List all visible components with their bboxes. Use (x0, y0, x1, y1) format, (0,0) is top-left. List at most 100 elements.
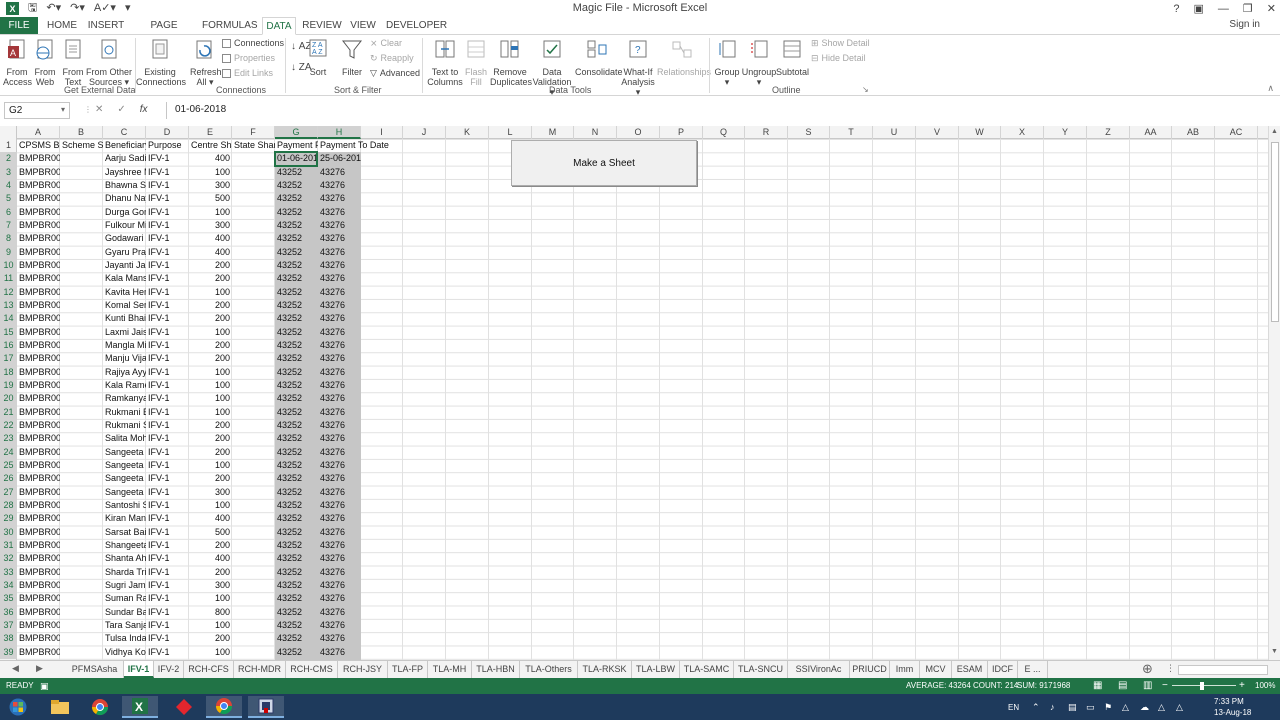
cell-h[interactable]: 43276 (318, 566, 361, 579)
cell-e[interactable]: 100 (189, 206, 232, 219)
cell-d[interactable]: IFV-1 (146, 526, 189, 539)
cell-d[interactable]: IFV-1 (146, 566, 189, 579)
cell-e[interactable]: 200 (189, 446, 232, 459)
cell-c[interactable]: Suman Rai (103, 592, 146, 605)
tray-battery-icon[interactable]: ▭ (1086, 702, 1095, 713)
cell-d[interactable]: IFV-1 (146, 512, 189, 525)
scroll-up-icon[interactable]: ▲ (1271, 128, 1278, 135)
cell-c[interactable]: Salita Mohan (103, 432, 146, 445)
cell-e[interactable]: 100 (189, 326, 232, 339)
cell-h[interactable]: 43276 (318, 379, 361, 392)
cell-h[interactable]: 43276 (318, 286, 361, 299)
cell-d[interactable]: IFV-1 (146, 272, 189, 285)
sheet-tab[interactable]: IFV-1 (124, 661, 154, 678)
cell-a[interactable]: BMPBR00224771 (17, 352, 60, 365)
cell-g[interactable]: 43252 (275, 339, 318, 352)
cell-a[interactable]: BMPBR00224756 (17, 192, 60, 205)
cell-g[interactable]: 43252 (275, 592, 318, 605)
cell-c[interactable]: Vidhya Kori (103, 646, 146, 659)
column-header-u[interactable]: U (873, 126, 916, 139)
chrome-window-button[interactable] (206, 696, 242, 718)
cell-d[interactable]: IFV-1 (146, 206, 189, 219)
subtotal-button[interactable]: Subtotal (776, 38, 809, 77)
row-header[interactable]: 15 (0, 325, 17, 339)
cell-g[interactable]: 43252 (275, 472, 318, 485)
cell-a[interactable]: BMPBR00224650 (17, 152, 60, 165)
spelling-icon[interactable]: A✓▾ (94, 0, 116, 17)
column-header-r[interactable]: R (745, 126, 788, 139)
chrome-button[interactable] (82, 696, 118, 718)
cell-a[interactable]: BMPBR00224662 (17, 272, 60, 285)
ribbon-display-icon[interactable]: ▣ (1194, 2, 1204, 15)
cell-h[interactable]: 43276 (318, 419, 361, 432)
properties-button[interactable]: Properties (222, 53, 275, 64)
cell-a[interactable]: BMPBR00224794 (17, 606, 60, 619)
sheet-tab[interactable]: TLA-SNCU (734, 661, 788, 678)
cell-g[interactable]: 43252 (275, 539, 318, 552)
row-header[interactable]: 6 (0, 205, 17, 219)
clear-filter-button[interactable]: ⨯ Clear (370, 38, 402, 49)
cell-e[interactable]: 200 (189, 339, 232, 352)
cell-a[interactable]: BMPBR00224767 (17, 312, 60, 325)
sheet-tab[interactable]: IDCF (988, 661, 1018, 678)
row-header[interactable]: 34 (0, 578, 17, 593)
cell-d[interactable]: IFV-1 (146, 486, 189, 499)
cell-e[interactable]: 100 (189, 366, 232, 379)
cell-h[interactable]: 43276 (318, 392, 361, 405)
column-header-t[interactable]: T (830, 126, 873, 139)
row-header[interactable]: 3 (0, 165, 17, 179)
cell-d[interactable]: IFV-1 (146, 192, 189, 205)
cell-c[interactable]: Tulsa Indar (103, 632, 146, 645)
cell-a[interactable]: BMPBR00224760 (17, 232, 60, 245)
row-header[interactable]: 5 (0, 192, 17, 206)
row-header[interactable]: 31 (0, 538, 17, 553)
cell-e[interactable]: 100 (189, 379, 232, 392)
cell-e[interactable]: 200 (189, 419, 232, 432)
sheet-tab[interactable]: SSIVironAc (788, 661, 850, 678)
cell-a[interactable]: BMPBR00224785 (17, 526, 60, 539)
zoom-in-icon[interactable]: + (1239, 678, 1245, 694)
tray-action-icon[interactable]: △ (1176, 702, 1183, 713)
cell-d[interactable]: IFV-1 (146, 312, 189, 325)
cell-h[interactable]: 43276 (318, 526, 361, 539)
cell-a[interactable]: BMPBR00224799 (17, 646, 60, 659)
tray-network-icon[interactable]: ▤ (1068, 702, 1077, 713)
cell-a[interactable]: BMPBR00224779 (17, 446, 60, 459)
cell-c[interactable]: Santoshi Sahu (103, 499, 146, 512)
cell-h[interactable]: 43276 (318, 472, 361, 485)
row-header[interactable]: 23 (0, 432, 17, 446)
sheet-tab[interactable]: PRIUCD (850, 661, 890, 678)
cell-c[interactable]: Ramkanya (103, 392, 146, 405)
file-explorer-button[interactable] (42, 696, 78, 718)
cell-a[interactable]: BMPBR00224784 (17, 499, 60, 512)
cell-c[interactable]: Sundar Bai (103, 606, 146, 619)
show-detail-button[interactable]: ⊞ Show Detail (811, 38, 870, 49)
cell-g[interactable]: 43252 (275, 366, 318, 379)
cell-g[interactable]: Payment From Date (275, 139, 318, 152)
cell-h[interactable]: 43276 (318, 312, 361, 325)
cell-e[interactable]: 300 (189, 179, 232, 192)
cell-g[interactable]: 43252 (275, 512, 318, 525)
cell-g[interactable]: 43252 (275, 272, 318, 285)
text-to-columns-button[interactable]: Text to Columns (426, 38, 464, 87)
cell-d[interactable]: IFV-1 (146, 286, 189, 299)
cell-d[interactable]: IFV-1 (146, 179, 189, 192)
relationships-button[interactable]: Relationships (657, 38, 711, 77)
start-button[interactable] (0, 696, 36, 718)
cell-g[interactable]: 43252 (275, 619, 318, 632)
cell-e[interactable]: 100 (189, 392, 232, 405)
cell-h[interactable]: 43276 (318, 179, 361, 192)
cell-e[interactable]: 500 (189, 192, 232, 205)
sheet-tab[interactable]: ESAM (952, 661, 988, 678)
cell-c[interactable]: Kala Ramesh (103, 379, 146, 392)
column-header-ac[interactable]: AC (1215, 126, 1258, 139)
what-if-analysis-button[interactable]: ? What-If Analysis ▾ (620, 38, 656, 97)
cell-h[interactable]: Payment To Date (318, 139, 389, 152)
cell-c[interactable]: Aarju Sadiq (103, 152, 146, 165)
cell-g[interactable]: 43252 (275, 459, 318, 472)
cell-h[interactable]: 43276 (318, 166, 361, 179)
cell-g[interactable]: 43252 (275, 379, 318, 392)
enter-icon[interactable]: ✓ (117, 104, 125, 115)
cell-c[interactable]: Kiran Mansuri (103, 512, 146, 525)
tray-speaker-icon[interactable]: ♪ (1050, 702, 1055, 712)
